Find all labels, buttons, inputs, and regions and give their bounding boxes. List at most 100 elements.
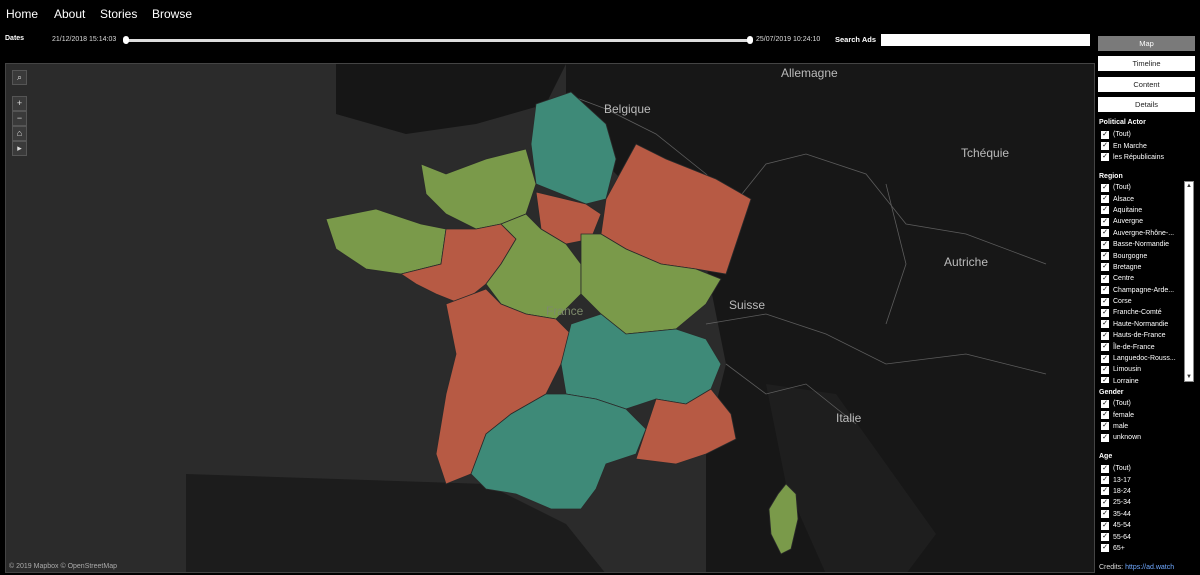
view-timeline-button[interactable]: Timeline: [1098, 56, 1195, 71]
date-range-slider[interactable]: [126, 39, 751, 42]
age-option[interactable]: ✓ (Tout): [1101, 463, 1131, 474]
checkbox-icon[interactable]: ✓: [1101, 521, 1109, 530]
region-option[interactable]: ✓ Hauts-de-France: [1101, 330, 1183, 341]
option-label: Auvergne-Rhône-...: [1113, 229, 1175, 237]
home-icon[interactable]: ⌂: [12, 126, 27, 141]
checkbox-icon[interactable]: ✓: [1101, 308, 1109, 317]
search-ads-input[interactable]: [881, 34, 1090, 46]
scroll-down-icon[interactable]: ▼: [1185, 373, 1193, 381]
checkbox-icon[interactable]: ✓: [1101, 343, 1109, 352]
checkbox-icon[interactable]: ✓: [1101, 533, 1109, 542]
region-option[interactable]: ✓ Corse: [1101, 296, 1183, 307]
checkbox-icon[interactable]: ✓: [1101, 183, 1109, 192]
credits-link[interactable]: https://ad.watch: [1125, 564, 1174, 571]
gender-list: ✓ (Tout) ✓ female ✓ male ✓ unknown: [1101, 398, 1141, 444]
option-label: Lorraine: [1113, 377, 1139, 383]
political-actor-option[interactable]: ✓ les Républicains: [1101, 152, 1164, 163]
checkbox-icon[interactable]: ✓: [1101, 331, 1109, 340]
slider-end-handle[interactable]: [747, 36, 753, 44]
age-option[interactable]: ✓ 55-64: [1101, 531, 1131, 542]
region-option[interactable]: ✓ Lorraine: [1101, 376, 1183, 383]
checkbox-icon[interactable]: ✓: [1101, 476, 1109, 485]
view-content-button[interactable]: Content: [1098, 77, 1195, 92]
political-actor-option[interactable]: ✓ En Marche: [1101, 140, 1164, 151]
checkbox-icon[interactable]: ✓: [1101, 354, 1109, 363]
checkbox-icon[interactable]: ✓: [1101, 297, 1109, 306]
gender-option[interactable]: ✓ male: [1101, 421, 1141, 432]
nav-home-link[interactable]: Home: [6, 7, 38, 21]
region-option[interactable]: ✓ Champagne-Arde...: [1101, 285, 1183, 296]
region-option[interactable]: ✓ Limousin: [1101, 364, 1183, 375]
checkbox-icon[interactable]: ✓: [1101, 286, 1109, 295]
region-option[interactable]: ✓ Alsace: [1101, 193, 1183, 204]
zoom-in-icon[interactable]: +: [12, 96, 27, 111]
checkbox-icon[interactable]: ✓: [1101, 252, 1109, 261]
checkbox-icon[interactable]: ✓: [1101, 263, 1109, 272]
checkbox-icon[interactable]: ✓: [1101, 229, 1109, 238]
expand-arrow-icon[interactable]: ▸: [12, 141, 27, 156]
dates-label: Dates: [5, 35, 25, 42]
option-label: Franche-Comté: [1113, 309, 1162, 317]
checkbox-icon[interactable]: ✓: [1101, 142, 1109, 151]
age-option[interactable]: ✓ 65+: [1101, 543, 1131, 554]
option-label: unknown: [1113, 434, 1142, 442]
option-label: (Tout): [1113, 184, 1131, 192]
map-search-control: ⌕: [12, 70, 27, 85]
region-option[interactable]: ✓ Bourgogne: [1101, 250, 1183, 261]
checkbox-icon[interactable]: ✓: [1101, 510, 1109, 519]
slider-start-handle[interactable]: [123, 36, 129, 44]
map-view[interactable]: Allemagne Belgique Tchéquie Autriche Sui…: [5, 63, 1095, 573]
checkbox-icon[interactable]: ✓: [1101, 433, 1109, 442]
age-option[interactable]: ✓ 18-24: [1101, 486, 1131, 497]
checkbox-icon[interactable]: ✓: [1101, 320, 1109, 329]
map-search-icon[interactable]: ⌕: [12, 70, 27, 85]
nav-about-link[interactable]: About: [54, 7, 85, 21]
checkbox-icon[interactable]: ✓: [1101, 195, 1109, 204]
region-option[interactable]: ✓ Languedoc-Rouss...: [1101, 353, 1183, 364]
political-actor-option[interactable]: ✓ (Tout): [1101, 129, 1164, 140]
checkbox-icon[interactable]: ✓: [1101, 464, 1109, 473]
view-map-button[interactable]: Map: [1098, 36, 1195, 51]
checkbox-icon[interactable]: ✓: [1101, 206, 1109, 215]
checkbox-icon[interactable]: ✓: [1101, 498, 1109, 507]
checkbox-icon[interactable]: ✓: [1101, 377, 1109, 383]
gender-option[interactable]: ✓ unknown: [1101, 432, 1141, 443]
option-label: Hauts-de-France: [1113, 332, 1166, 340]
checkbox-icon[interactable]: ✓: [1101, 422, 1109, 431]
region-option[interactable]: ✓ Auvergne-Rhône-...: [1101, 228, 1183, 239]
checkbox-icon[interactable]: ✓: [1101, 240, 1109, 249]
age-list: ✓ (Tout) ✓ 13-17 ✓ 18-24 ✓ 25-34 ✓ 35-44 ✓ 45-54 ✓ 55…: [1101, 463, 1131, 554]
age-option[interactable]: ✓ 25-34: [1101, 497, 1131, 508]
checkbox-icon[interactable]: ✓: [1101, 411, 1109, 420]
checkbox-icon[interactable]: ✓: [1101, 130, 1109, 139]
age-option[interactable]: ✓ 45-54: [1101, 520, 1131, 531]
region-option[interactable]: ✓ Franche-Comté: [1101, 307, 1183, 318]
checkbox-icon[interactable]: ✓: [1101, 487, 1109, 496]
option-label: (Tout): [1113, 400, 1131, 408]
checkbox-icon[interactable]: ✓: [1101, 365, 1109, 374]
region-option[interactable]: ✓ Centre: [1101, 273, 1183, 284]
nav-stories-link[interactable]: Stories: [100, 7, 137, 21]
gender-option[interactable]: ✓ female: [1101, 409, 1141, 420]
region-option[interactable]: ✓ Île-de-France: [1101, 341, 1183, 352]
view-details-button[interactable]: Details: [1098, 97, 1195, 112]
checkbox-icon[interactable]: ✓: [1101, 544, 1109, 553]
gender-option[interactable]: ✓ (Tout): [1101, 398, 1141, 409]
nav-browse-link[interactable]: Browse: [152, 7, 192, 21]
checkbox-icon[interactable]: ✓: [1101, 217, 1109, 226]
checkbox-icon[interactable]: ✓: [1101, 399, 1109, 408]
option-label: Haute-Normandie: [1113, 320, 1169, 328]
region-scrollbar[interactable]: ▲ ▼: [1184, 181, 1194, 382]
age-option[interactable]: ✓ 13-17: [1101, 474, 1131, 485]
checkbox-icon[interactable]: ✓: [1101, 274, 1109, 283]
scroll-up-icon[interactable]: ▲: [1185, 182, 1193, 190]
region-option[interactable]: ✓ Haute-Normandie: [1101, 319, 1183, 330]
region-option[interactable]: ✓ Bretagne: [1101, 262, 1183, 273]
region-option[interactable]: ✓ (Tout): [1101, 182, 1183, 193]
checkbox-icon[interactable]: ✓: [1101, 153, 1109, 162]
region-option[interactable]: ✓ Basse-Normandie: [1101, 239, 1183, 250]
region-option[interactable]: ✓ Auvergne: [1101, 216, 1183, 227]
region-option[interactable]: ✓ Aquitaine: [1101, 205, 1183, 216]
zoom-out-icon[interactable]: −: [12, 111, 27, 126]
age-option[interactable]: ✓ 35-44: [1101, 509, 1131, 520]
